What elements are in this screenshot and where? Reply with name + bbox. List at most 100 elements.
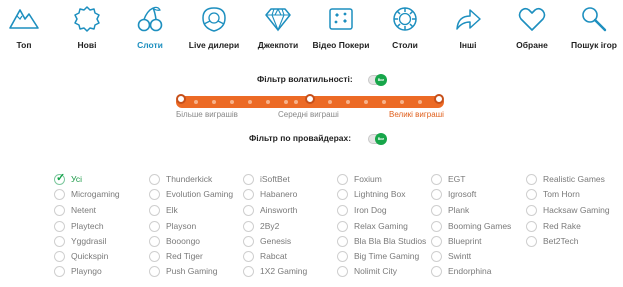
- provider-radio[interactable]: [431, 189, 442, 200]
- provider-label: Ainsworth: [260, 205, 298, 215]
- provider-label: Netent: [71, 205, 97, 215]
- provider-radio[interactable]: [149, 189, 160, 200]
- provider-radio[interactable]: [526, 189, 537, 200]
- provider-label: Playngo: [71, 266, 102, 276]
- provider-radio[interactable]: [149, 251, 160, 262]
- slider-label-medium-wins: Середні виграші: [278, 110, 339, 119]
- nav-item-slots[interactable]: Слоти: [118, 0, 182, 56]
- toggle-knob: Вкл: [375, 74, 387, 86]
- provider-radio[interactable]: [431, 221, 442, 232]
- slider-handle-mid[interactable]: [305, 94, 315, 104]
- provider-label: Genesis: [260, 236, 292, 246]
- provider-radio[interactable]: [337, 251, 348, 262]
- provider-radio[interactable]: [54, 221, 65, 232]
- playing-cards-icon: [325, 4, 357, 34]
- provider-radio[interactable]: [243, 189, 254, 200]
- provider-radio[interactable]: [149, 266, 160, 277]
- provider-radio[interactable]: [431, 205, 442, 216]
- provider-radio[interactable]: [149, 174, 160, 185]
- provider-radio[interactable]: [149, 205, 160, 216]
- slider-dot: [364, 100, 368, 104]
- provider-label: Relax Gaming: [354, 221, 408, 231]
- slider-dot: [230, 100, 234, 104]
- slider-dot: [212, 100, 216, 104]
- toggle-knob: Вкл: [375, 133, 387, 145]
- slider-handle-min[interactable]: [176, 94, 186, 104]
- provider-label: Swintt: [448, 251, 472, 261]
- provider-radio[interactable]: [243, 251, 254, 262]
- provider-label: Igrosoft: [448, 189, 477, 199]
- provider-radio[interactable]: [243, 221, 254, 232]
- provider-label: Plank: [448, 205, 470, 215]
- provider-label: Yggdrasil: [71, 236, 107, 246]
- provider-radio[interactable]: [431, 174, 442, 185]
- provider-radio[interactable]: [243, 205, 254, 216]
- provider-label: Bla Bla Bla Studios: [354, 236, 427, 246]
- slider-dot: [248, 100, 252, 104]
- slider-label-more-wins: Більше виграшів: [176, 110, 238, 119]
- provider-radio[interactable]: [243, 266, 254, 277]
- nav-item-video-poker[interactable]: Відео Покери: [309, 0, 373, 56]
- provider-label: Quickspin: [71, 251, 109, 261]
- provider-radio[interactable]: [54, 236, 65, 247]
- provider-label: Big Time Gaming: [354, 251, 420, 261]
- slider-dot: [266, 100, 270, 104]
- provider-radio[interactable]: [431, 251, 442, 262]
- provider-label: Playtech: [71, 221, 104, 231]
- cherries-icon: [134, 4, 166, 34]
- provider-radio[interactable]: [149, 236, 160, 247]
- provider-radio[interactable]: [431, 266, 442, 277]
- provider-label: Endorphina: [448, 266, 492, 276]
- provider-label: Tom Horn: [543, 189, 580, 199]
- nav-item-other[interactable]: Інші: [436, 0, 500, 56]
- slider-dot: [284, 100, 288, 104]
- nav-item-live-dealers[interactable]: Live дилери: [182, 0, 246, 56]
- provider-radio[interactable]: [337, 174, 348, 185]
- provider-radio[interactable]: [337, 205, 348, 216]
- provider-label: Thunderkick: [166, 174, 213, 184]
- provider-radio[interactable]: [54, 251, 65, 262]
- nav-label: Пошук ігор: [571, 40, 617, 50]
- heart-icon: [516, 4, 548, 34]
- provider-radio[interactable]: [149, 221, 160, 232]
- provider-label: Rabcat: [260, 251, 287, 261]
- provider-radio[interactable]: [243, 236, 254, 247]
- provider-label: iSoftBet: [260, 174, 290, 184]
- provider-label: Microgaming: [71, 189, 120, 199]
- slider-handle-max[interactable]: [434, 94, 444, 104]
- provider-label: Nolimit City: [354, 266, 397, 276]
- slider-dot: [194, 100, 198, 104]
- provider-radio[interactable]: [337, 266, 348, 277]
- slider-dot: [418, 100, 422, 104]
- provider-radio[interactable]: [526, 236, 537, 247]
- provider-label: Red Tiger: [166, 251, 203, 261]
- provider-label: Push Gaming: [166, 266, 218, 276]
- nav-item-game-search[interactable]: Пошук ігор: [562, 0, 623, 56]
- provider-label: Booongo: [166, 236, 201, 246]
- provider-label: Elk: [166, 205, 178, 215]
- search-icon: [578, 4, 610, 34]
- volatility-slider[interactable]: [176, 94, 444, 108]
- provider-radio[interactable]: [54, 205, 65, 216]
- provider-radio[interactable]: [526, 174, 537, 185]
- provider-label: Усі: [71, 174, 82, 184]
- provider-radio[interactable]: ✓: [54, 172, 66, 185]
- provider-radio[interactable]: [54, 189, 65, 200]
- provider-radio[interactable]: [337, 236, 348, 247]
- provider-label: 1X2 Gaming: [260, 266, 308, 276]
- provider-label: Iron Dog: [354, 205, 387, 215]
- volatility-toggle[interactable]: Вкл: [368, 74, 387, 86]
- provider-radio[interactable]: [337, 221, 348, 232]
- providers-toggle[interactable]: Вкл: [368, 133, 387, 145]
- provider-radio[interactable]: [54, 266, 65, 277]
- provider-radio[interactable]: [431, 236, 442, 247]
- provider-radio[interactable]: [526, 205, 537, 216]
- provider-label: Habanero: [260, 189, 298, 199]
- provider-label: Evolution Gaming: [166, 189, 234, 199]
- provider-radio[interactable]: [243, 174, 254, 185]
- slider-dot: [294, 100, 298, 104]
- provider-radio[interactable]: [526, 221, 537, 232]
- provider-label: Playson: [166, 221, 197, 231]
- checkmark-icon: ✓: [56, 172, 66, 184]
- provider-radio[interactable]: [337, 189, 348, 200]
